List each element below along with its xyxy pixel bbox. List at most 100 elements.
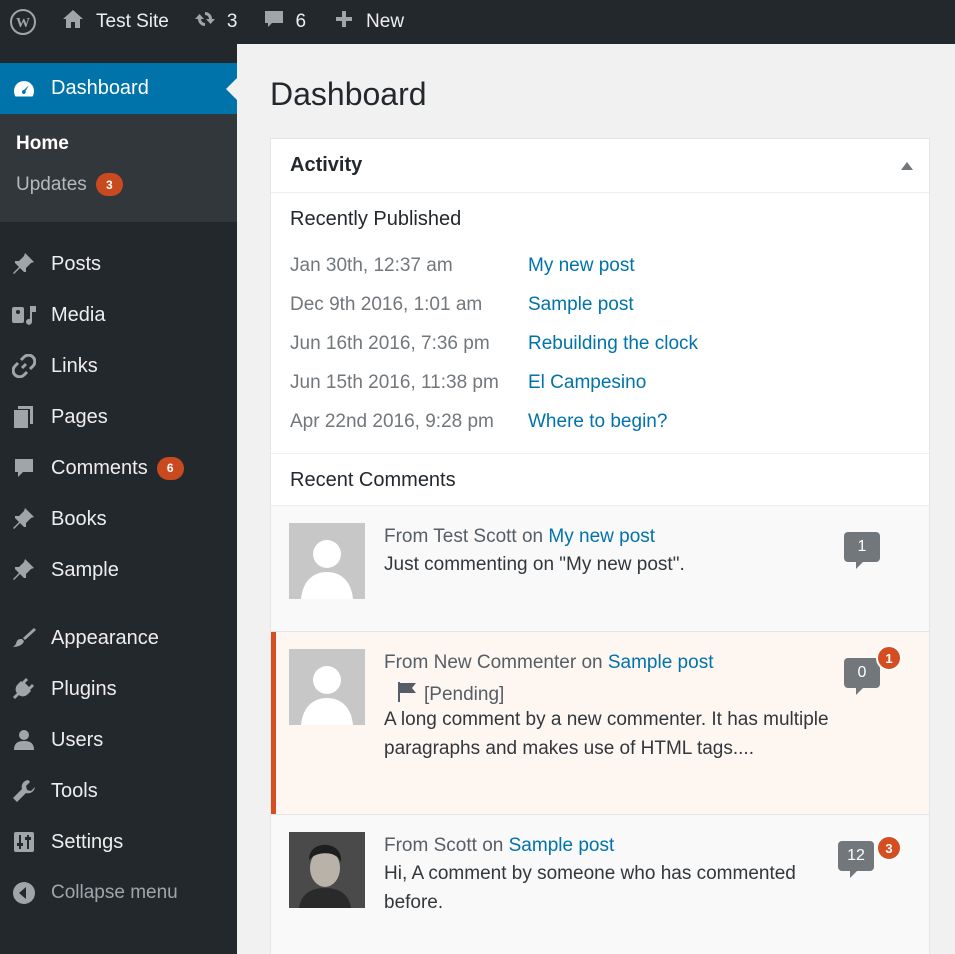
collapse-toggle-arrow-icon[interactable] bbox=[901, 162, 913, 170]
on-word: on bbox=[482, 835, 504, 856]
approved-comments-bubble[interactable]: 12 bbox=[838, 841, 874, 878]
avatar bbox=[289, 649, 365, 725]
menu-posts-label: Posts bbox=[51, 252, 102, 275]
published-row: Apr 22nd 2016, 9:28 pm Where to begin? bbox=[290, 410, 667, 434]
activity-header: Activity bbox=[271, 139, 929, 193]
admin-bar: W Test Site 3 6 New bbox=[0, 0, 955, 44]
menu-plugins[interactable]: Plugins bbox=[0, 667, 237, 711]
recently-published-title: Recently Published bbox=[290, 208, 462, 230]
comment-excerpt: Just commenting on "My new post". bbox=[384, 554, 685, 575]
comment-icon bbox=[11, 455, 37, 481]
recent-comments-title: Recent Comments bbox=[290, 469, 456, 491]
menu-media-label: Media bbox=[51, 303, 106, 326]
menu-plugins-label: Plugins bbox=[51, 677, 117, 700]
menu-sample[interactable]: Sample bbox=[0, 548, 237, 592]
published-post-link[interactable]: Where to begin? bbox=[528, 411, 667, 433]
published-date: Apr 22nd 2016, 9:28 pm bbox=[290, 411, 494, 432]
menu-tools[interactable]: Tools bbox=[0, 769, 237, 813]
pending-comments-badge[interactable]: 3 bbox=[876, 835, 902, 861]
collapse-arrow-icon bbox=[11, 880, 37, 906]
from-prefix: From bbox=[384, 526, 429, 547]
svg-text:W: W bbox=[16, 16, 30, 31]
refresh-icon bbox=[193, 9, 217, 35]
comment-meta: From Scott on Sample post bbox=[384, 835, 614, 857]
comment-item: From Test Scott on My new post Just comm… bbox=[271, 506, 929, 632]
comment-author: Test Scott bbox=[433, 526, 517, 547]
published-post-link[interactable]: My new post bbox=[528, 255, 635, 277]
menu-pages-label: Pages bbox=[51, 405, 108, 428]
comment-meta: From New Commenter on Sample post bbox=[384, 652, 713, 674]
comment-meta: From Test Scott on My new post bbox=[384, 526, 655, 548]
pending-comments-badge[interactable]: 1 bbox=[876, 645, 902, 671]
menu-comments-label: Comments bbox=[51, 456, 148, 479]
activity-title: Activity bbox=[290, 154, 363, 176]
collapse-menu-button[interactable]: Collapse menu bbox=[0, 871, 237, 915]
menu-users-label: Users bbox=[51, 728, 104, 751]
comment-excerpt: A long comment by a new commenter. It ha… bbox=[384, 709, 829, 759]
comment-post-link[interactable]: Sample post bbox=[608, 652, 714, 673]
comment-post-link[interactable]: Sample post bbox=[509, 835, 615, 856]
updates-count: 3 bbox=[226, 11, 238, 32]
menu-links-label: Links bbox=[51, 354, 98, 377]
menu-books-label: Books bbox=[51, 507, 107, 530]
menu-comments[interactable]: Comments 6 bbox=[0, 446, 237, 490]
menu-books[interactable]: Books bbox=[0, 497, 237, 541]
updates-badge: 3 bbox=[95, 173, 123, 196]
page-title: Dashboard bbox=[270, 76, 427, 112]
updates-link[interactable]: 3 bbox=[169, 0, 238, 44]
submenu-home[interactable]: Home bbox=[16, 133, 69, 155]
pin-icon bbox=[11, 506, 37, 532]
published-date: Jun 16th 2016, 7:36 pm bbox=[290, 333, 490, 354]
wrench-icon bbox=[11, 778, 37, 804]
pages-icon bbox=[11, 404, 37, 430]
on-word: on bbox=[521, 526, 544, 547]
menu-links[interactable]: Links bbox=[0, 344, 237, 388]
menu-settings-label: Settings bbox=[51, 830, 124, 853]
link-icon bbox=[11, 353, 37, 379]
menu-posts[interactable]: Posts bbox=[0, 242, 237, 286]
dashboard-label: Dashboard bbox=[51, 77, 149, 99]
site-title: Test Site bbox=[96, 11, 169, 32]
pending-label: [Pending] bbox=[424, 684, 505, 705]
approved-comments-bubble[interactable]: 1 bbox=[844, 532, 880, 569]
menu-dashboard[interactable]: Dashboard bbox=[0, 63, 237, 114]
wordpress-logo-icon[interactable]: W bbox=[0, 0, 46, 44]
submenu-home-label: Home bbox=[16, 133, 69, 154]
published-post-link[interactable]: El Campesino bbox=[528, 372, 646, 394]
sliders-icon bbox=[11, 829, 37, 855]
home-icon bbox=[62, 9, 84, 35]
published-post-link[interactable]: Rebuilding the clock bbox=[528, 333, 698, 355]
menu-pages[interactable]: Pages bbox=[0, 395, 237, 439]
brush-icon bbox=[11, 625, 37, 651]
submenu-updates-label: Updates bbox=[16, 173, 87, 195]
menu-appearance[interactable]: Appearance bbox=[0, 616, 237, 660]
pin-icon bbox=[11, 557, 37, 583]
current-menu-arrow bbox=[226, 78, 237, 100]
comments-count: 6 bbox=[295, 11, 307, 32]
menu-settings[interactable]: Settings bbox=[0, 820, 237, 864]
dashboard-submenu: Home Updates 3 bbox=[0, 114, 237, 222]
collapse-menu-label: Collapse menu bbox=[51, 882, 178, 903]
comments-badge: 6 bbox=[156, 456, 184, 480]
menu-sample-label: Sample bbox=[51, 558, 119, 581]
user-icon bbox=[11, 727, 37, 753]
site-name-link[interactable]: Test Site bbox=[46, 0, 169, 44]
menu-users[interactable]: Users bbox=[0, 718, 237, 762]
published-date: Jan 30th, 12:37 am bbox=[290, 255, 453, 276]
comment-post-link[interactable]: My new post bbox=[548, 526, 655, 547]
new-content-link[interactable]: New bbox=[306, 0, 404, 44]
plug-icon bbox=[11, 676, 37, 702]
media-icon bbox=[11, 302, 37, 328]
admin-sidebar: Dashboard Home Updates 3 Posts Media Lin… bbox=[0, 44, 237, 954]
published-row: Jun 16th 2016, 7:36 pm Rebuilding the cl… bbox=[290, 332, 698, 356]
published-row: Jan 30th, 12:37 am My new post bbox=[290, 254, 635, 278]
published-row: Jun 15th 2016, 11:38 pm El Campesino bbox=[290, 371, 646, 395]
menu-appearance-label: Appearance bbox=[51, 626, 159, 649]
approved-comments-bubble[interactable]: 0 bbox=[844, 658, 880, 695]
published-post-link[interactable]: Sample post bbox=[528, 294, 634, 316]
published-date: Jun 15th 2016, 11:38 pm bbox=[290, 372, 499, 393]
comments-link[interactable]: 6 bbox=[237, 0, 306, 44]
comment-author: Scott bbox=[433, 835, 477, 856]
submenu-updates[interactable]: Updates 3 bbox=[16, 173, 123, 196]
menu-media[interactable]: Media bbox=[0, 293, 237, 337]
